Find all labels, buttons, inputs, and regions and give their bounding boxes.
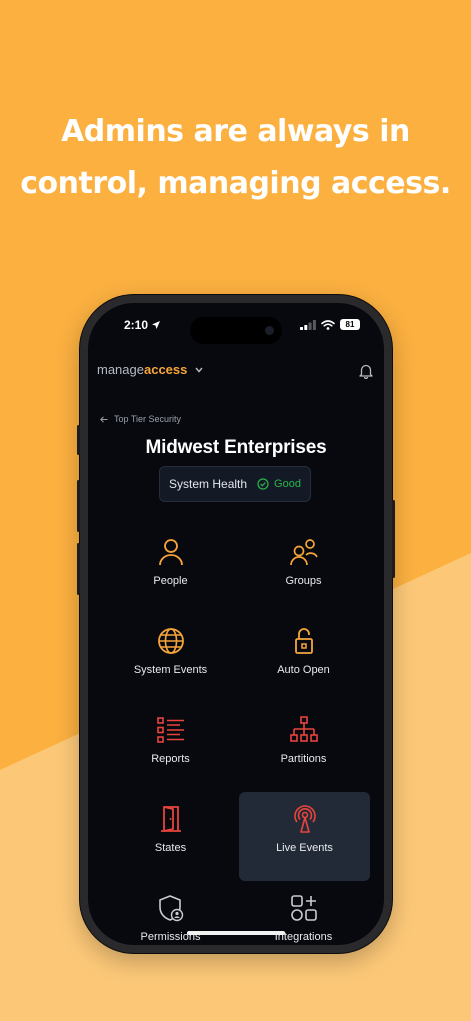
door-icon: [160, 806, 181, 832]
dynamic-island: [190, 317, 282, 344]
system-health-status-text: Good: [274, 478, 301, 490]
status-indicators: 81: [300, 319, 360, 330]
system-health-badge[interactable]: System Health Good: [159, 466, 311, 502]
location-arrow-icon: [152, 321, 161, 329]
phone-button-power: [392, 500, 395, 578]
back-link-label: Top Tier Security: [114, 414, 182, 424]
menu-item-live-events[interactable]: Live Events: [239, 792, 370, 881]
headline-line-2: control, managing access.: [20, 166, 451, 201]
broadcast-icon: [293, 805, 316, 833]
menu-item-label: Groups: [285, 575, 322, 587]
system-health-label: System Health: [169, 477, 248, 491]
headline: Admins are always in control, managing a…: [0, 106, 471, 210]
brand-logo-plain: manage: [97, 362, 144, 377]
brand-logo: manageaccess: [97, 362, 187, 377]
home-indicator[interactable]: [187, 931, 285, 935]
groups-icon: [289, 539, 318, 566]
brand-logo-accent: access: [143, 362, 188, 377]
shield-user-icon: [158, 895, 183, 922]
phone-button-action: [77, 425, 80, 455]
menu-item-reports[interactable]: Reports: [104, 703, 237, 792]
menu-item-people[interactable]: People: [104, 525, 237, 614]
menu-item-label: System Events: [133, 664, 208, 676]
arrow-left-icon: [100, 415, 108, 423]
bell-icon[interactable]: [359, 363, 373, 379]
menu-item-integrations[interactable]: Integrations: [237, 881, 370, 945]
menu-item-system-events[interactable]: System Events: [104, 614, 237, 703]
phone-button-volume-up: [77, 480, 80, 532]
menu-item-label: Partitions: [280, 753, 327, 765]
brand-switcher[interactable]: manageaccess: [97, 362, 203, 377]
menu-item-states[interactable]: States: [104, 792, 237, 881]
phone-screen: 2:10 81 manageaccess Top Tier Security M…: [88, 303, 384, 945]
check-circle-icon: [257, 478, 269, 490]
apps-icon: [290, 895, 317, 921]
menu-grid: People Groups System Events Auto Open Re…: [104, 525, 370, 945]
menu-item-label: Live Events: [276, 842, 333, 854]
hierarchy-icon: [289, 716, 318, 742]
camera-icon: [265, 326, 274, 335]
unlock-icon: [294, 628, 313, 654]
status-time-text: 2:10: [124, 318, 149, 332]
menu-item-partitions[interactable]: Partitions: [237, 703, 370, 792]
battery-icon: 81: [340, 319, 360, 330]
list-icon: [156, 717, 184, 743]
page-title: Midwest Enterprises: [145, 437, 327, 458]
wifi-icon: [321, 319, 335, 330]
phone-button-volume-down: [77, 543, 80, 595]
system-health-status: Good: [257, 478, 301, 490]
chevron-down-icon: [195, 367, 203, 373]
menu-item-label: Reports: [151, 753, 190, 765]
phone-frame: 2:10 81 manageaccess Top Tier Security M…: [77, 295, 395, 953]
signal-icon: [300, 319, 316, 330]
globe-icon: [157, 628, 184, 654]
menu-item-groups[interactable]: Groups: [237, 525, 370, 614]
menu-item-auto-open[interactable]: Auto Open: [237, 614, 370, 703]
menu-item-label: States: [154, 842, 187, 854]
person-icon: [158, 539, 183, 566]
back-link[interactable]: Top Tier Security: [100, 414, 181, 424]
menu-item-label: Auto Open: [277, 664, 330, 676]
menu-item-label: People: [153, 575, 188, 587]
menu-item-permissions[interactable]: Permissions: [104, 881, 237, 945]
status-time: 2:10: [124, 318, 161, 332]
headline-line-1: Admins are always in: [61, 114, 410, 149]
